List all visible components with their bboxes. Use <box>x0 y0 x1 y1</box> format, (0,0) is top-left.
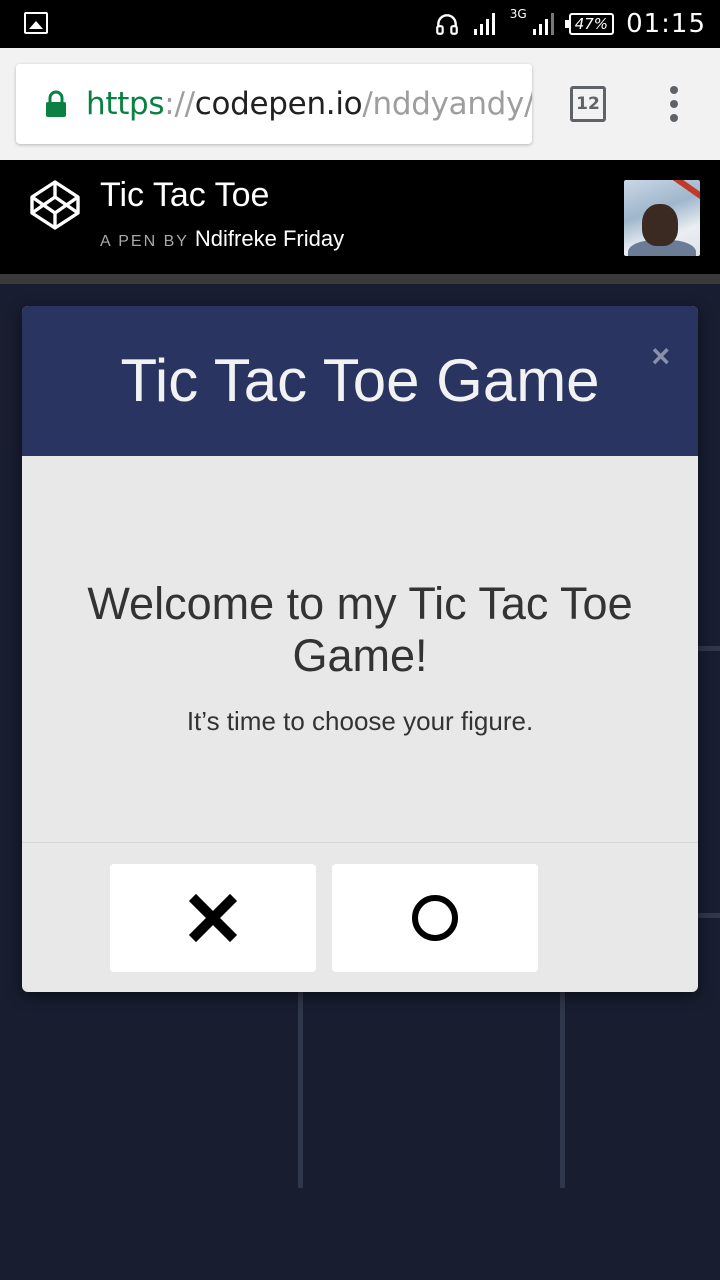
battery-icon: 47% <box>564 13 615 35</box>
url-text: https://codepen.io/nddyandy/t <box>86 86 532 122</box>
clock: 01:15 <box>626 9 706 39</box>
modal-title: Tic Tac Toe Game <box>120 347 600 414</box>
board-line <box>560 990 565 1188</box>
status-bar: 3G 47% 01:15 <box>0 0 720 48</box>
choose-x-button[interactable] <box>110 864 316 972</box>
author-link[interactable]: Ndifreke Friday <box>195 226 344 251</box>
close-icon[interactable]: × <box>651 338 670 375</box>
byline-prefix: A PEN BY <box>100 233 189 250</box>
gallery-icon <box>24 12 48 34</box>
board-line <box>698 913 720 918</box>
welcome-subtitle: It’s time to choose your figure. <box>186 706 534 736</box>
choose-o-button[interactable] <box>332 864 538 972</box>
lock-icon <box>46 90 66 117</box>
pen-byline: A PEN BY Ndifreke Friday <box>100 226 344 252</box>
header-divider <box>0 274 720 284</box>
board-line <box>298 990 303 1188</box>
overflow-menu-icon[interactable] <box>664 86 684 122</box>
pen-title: Tic Tac Toe <box>100 176 270 214</box>
board-line <box>698 646 720 651</box>
network-type: 3G <box>509 7 527 21</box>
welcome-modal: Tic Tac Toe Game × Welcome to my Tic Tac… <box>22 306 698 992</box>
url-host: codepen.io <box>194 86 363 122</box>
tab-switcher-button[interactable]: 12 <box>570 86 606 122</box>
avatar[interactable] <box>624 180 700 256</box>
url-path: /nddyandy/t <box>362 86 532 122</box>
welcome-heading: Welcome to my Tic Tac Toe Game! <box>87 578 633 681</box>
signal-icon-secondary <box>532 13 554 35</box>
status-indicators: 3G 47% 01:15 <box>434 6 706 42</box>
browser-toolbar: https://codepen.io/nddyandy/t 12 <box>0 48 720 160</box>
footer-divider <box>22 842 698 843</box>
codepen-logo-icon[interactable] <box>28 178 82 232</box>
headphones-icon <box>435 14 458 35</box>
modal-header: Tic Tac Toe Game × <box>22 306 698 456</box>
url-scheme: https <box>86 86 165 122</box>
o-icon <box>412 895 458 941</box>
signal-icon <box>473 13 495 35</box>
x-icon <box>188 893 238 943</box>
address-bar[interactable]: https://codepen.io/nddyandy/t <box>16 64 532 144</box>
url-separator: :// <box>164 86 195 122</box>
